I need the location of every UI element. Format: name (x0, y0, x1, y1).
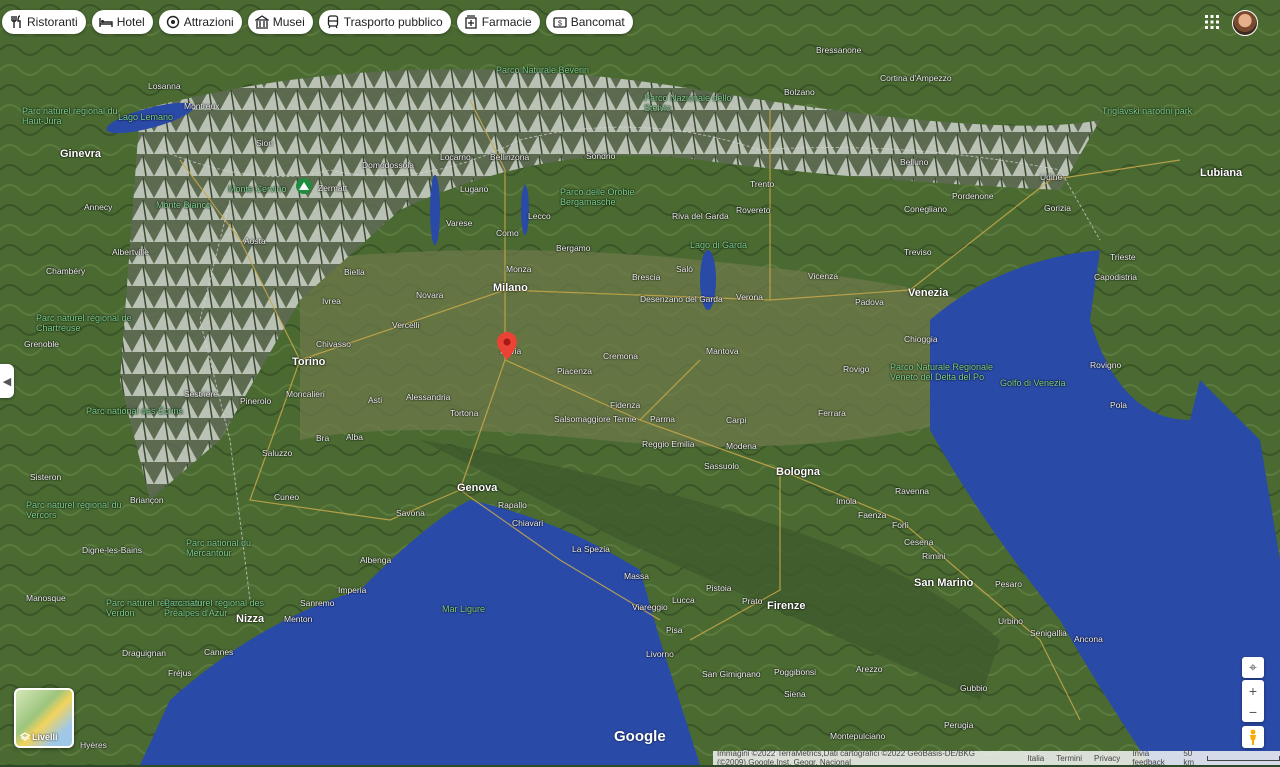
chip-bancomat[interactable]: $ Bancomat (545, 10, 633, 34)
collapse-side-panel-button[interactable]: ◀ (0, 364, 14, 398)
pharmacy-icon (465, 15, 477, 29)
layers-label: Livelli (32, 732, 58, 742)
attribution-text: Immagini ©2022 TerraMetrics,Dati cartogr… (717, 749, 975, 767)
chip-label: Ristoranti (27, 15, 78, 29)
map-footer: Immagini ©2022 TerraMetrics,Dati cartogr… (713, 749, 1280, 767)
restaurant-icon (11, 15, 21, 28)
chip-label: Bancomat (570, 15, 625, 29)
museum-icon (254, 15, 269, 29)
layers-icon (20, 732, 30, 741)
layers-button[interactable]: Livelli (14, 688, 74, 748)
chip-musei[interactable]: Musei (247, 10, 313, 34)
apps-grid-icon[interactable] (1204, 14, 1220, 30)
chip-trasporto-pubblico[interactable]: Trasporto pubblico (318, 10, 451, 34)
chip-label: Hotel (116, 15, 145, 29)
zoom-controls: + − (1242, 680, 1264, 722)
hotel-icon (98, 18, 113, 27)
chip-label: Musei (272, 15, 305, 29)
google-logo: Google (614, 728, 666, 745)
chip-label: Trasporto pubblico (343, 15, 443, 29)
chip-ristoranti[interactable]: Ristoranti (2, 10, 86, 34)
attractions-icon (166, 15, 179, 29)
footer-link-privacy[interactable]: Privacy (1094, 754, 1120, 763)
atm-icon: $ (553, 17, 567, 28)
chip-label: Attrazioni (183, 15, 234, 29)
location-pin-icon[interactable] (497, 332, 517, 360)
chip-farmacie[interactable]: Farmacie (456, 10, 540, 34)
transit-icon (327, 15, 338, 29)
chevron-left-icon: ◀ (2, 375, 12, 388)
peak-marker-icon[interactable] (296, 178, 312, 194)
street-view-pegman-icon[interactable] (1242, 726, 1264, 748)
chip-label: Farmacie (481, 15, 532, 29)
svg-text:$: $ (558, 21, 562, 28)
zoom-in-button[interactable]: + (1242, 680, 1264, 701)
my-location-button[interactable]: ⌖ (1242, 657, 1264, 678)
my-location-icon: ⌖ (1249, 659, 1257, 675)
zoom-out-button[interactable]: − (1242, 701, 1264, 722)
scale-bar (1206, 755, 1280, 761)
account-avatar[interactable] (1232, 10, 1258, 36)
footer-link-feedback[interactable]: Invia feedback (1132, 749, 1171, 767)
footer-link-italia[interactable]: Italia (1027, 754, 1044, 763)
scale-label: 50 km (1183, 749, 1194, 767)
footer-link-termini[interactable]: Termini (1056, 754, 1082, 763)
satellite-map[interactable] (0, 0, 1280, 765)
chip-hotel[interactable]: Hotel (91, 10, 153, 34)
chip-attrazioni[interactable]: Attrazioni (158, 10, 242, 34)
category-chips: Ristoranti Hotel Attrazioni Musei Traspo… (2, 10, 633, 34)
map-scale[interactable]: 50 km (1183, 749, 1280, 767)
